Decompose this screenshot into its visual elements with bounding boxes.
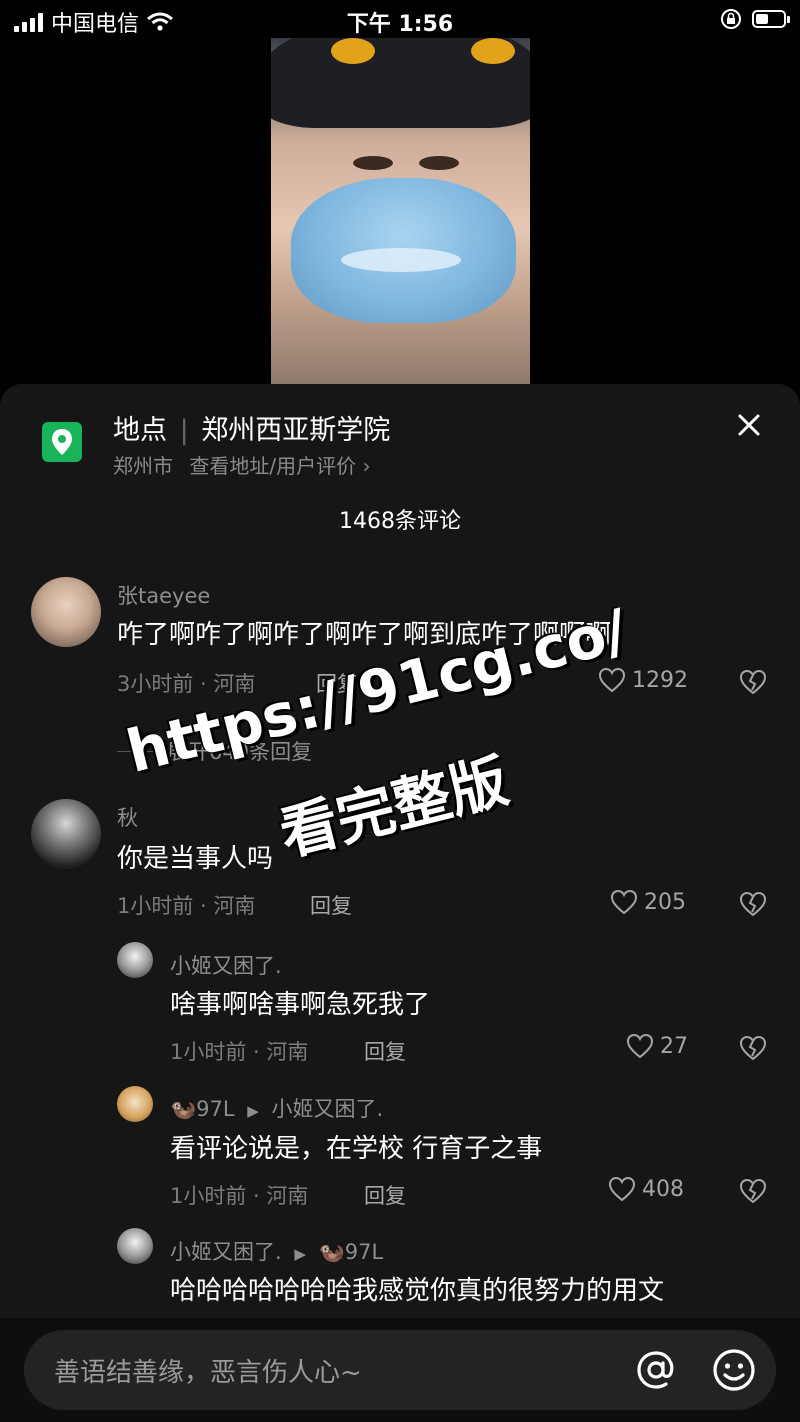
at-sign-icon[interactable] (632, 1346, 680, 1394)
location-name: 郑州西亚斯学院 (201, 415, 391, 446)
like-button[interactable]: 205 (610, 889, 686, 915)
comment-input-placeholder: 善语结善缘，恶言伤人心~ (54, 1358, 362, 1388)
location-divider: | (179, 415, 189, 446)
location-title[interactable]: 地点 | 郑州西亚斯学院 (113, 408, 390, 447)
like-button[interactable]: 27 (626, 1033, 688, 1059)
like-count: 205 (644, 889, 686, 915)
status-bar: 中国电信 下午 1:56 (0, 0, 800, 40)
status-right (720, 8, 790, 30)
reply-to-username[interactable]: 🦦97L (319, 1240, 384, 1264)
battery-icon (752, 10, 790, 28)
close-icon[interactable] (734, 410, 764, 440)
like-button[interactable]: 1292 (598, 667, 688, 693)
expand-label: 展开649条回复 (167, 740, 313, 764)
reply-meta: 1小时前 · 河南 (170, 1184, 309, 1208)
reply-username[interactable]: 小姬又困了. (170, 950, 282, 980)
smiley-icon[interactable] (710, 1346, 758, 1394)
video-eye (353, 156, 393, 170)
location-subtitle[interactable]: 郑州市 查看地址/用户评价 › (113, 450, 370, 479)
avatar[interactable] (117, 1086, 153, 1122)
avatar[interactable] (31, 577, 101, 647)
comment-username[interactable]: 秋 (117, 802, 138, 832)
video-preview[interactable] (271, 38, 530, 384)
heart-outline-icon (626, 1033, 654, 1059)
video-mask-fold (341, 248, 461, 272)
avatar[interactable] (31, 799, 101, 869)
video-cap-detail (471, 38, 515, 64)
reply-header: 🦦97L ▶ 小姬又困了. (170, 1093, 383, 1123)
reply-button[interactable]: 回复 (310, 890, 352, 920)
reply-button[interactable]: 回复 (364, 1036, 406, 1066)
video-cap-detail (331, 38, 375, 64)
location-detail-link[interactable]: 查看地址/用户评价 › (189, 454, 370, 478)
video-eye (419, 156, 459, 170)
avatar[interactable] (117, 942, 153, 978)
expand-divider (117, 750, 153, 752)
comment-text: 咋了啊咋了啊咋了啊咋了啊到底咋了啊啊啊 (117, 620, 612, 650)
reply-to-username[interactable]: 小姬又困了. (272, 1097, 384, 1121)
reply-text: 看评论说是，在学校 行育子之事 (170, 1134, 543, 1164)
scroll-fade (0, 1298, 800, 1318)
broken-heart-icon[interactable] (739, 669, 767, 695)
reply-text: 啥事啊啥事啊急死我了 (170, 990, 431, 1020)
like-count: 27 (660, 1033, 688, 1059)
expand-replies[interactable]: 展开649条回复 (117, 736, 312, 766)
heart-outline-icon (610, 889, 638, 915)
location-label: 地点 (113, 415, 167, 446)
comment-text: 你是当事人吗 (117, 844, 274, 874)
status-time: 下午 1:56 (346, 12, 454, 37)
comment-count: 1468条评论 (339, 509, 461, 534)
comment-input[interactable]: 善语结善缘，恶言伤人心~ (24, 1330, 776, 1410)
heart-outline-icon (598, 667, 626, 693)
reply-arrow-icon: ▶ (294, 1245, 306, 1263)
like-count: 408 (642, 1176, 684, 1202)
comment-meta: 3小时前 · 河南 (117, 672, 256, 696)
rotation-lock-icon (721, 9, 741, 29)
location-city: 郑州市 (113, 454, 173, 478)
broken-heart-icon[interactable] (739, 891, 767, 917)
comment-meta: 1小时前 · 河南 (117, 894, 256, 918)
like-button[interactable]: 408 (608, 1176, 684, 1202)
reply-username[interactable]: 🦦97L (170, 1097, 235, 1121)
reply-meta: 1小时前 · 河南 (170, 1040, 309, 1064)
map-pin-icon[interactable] (42, 422, 82, 462)
like-count: 1292 (632, 667, 688, 693)
comment-input-bar: 善语结善缘，恶言伤人心~ (0, 1318, 800, 1422)
broken-heart-icon[interactable] (739, 1178, 767, 1204)
reply-button[interactable]: 回复 (316, 668, 358, 698)
reply-header: 小姬又困了. ▶ 🦦97L (170, 1236, 383, 1266)
heart-outline-icon (608, 1176, 636, 1202)
reply-username[interactable]: 小姬又困了. (170, 1240, 282, 1264)
reply-arrow-icon: ▶ (247, 1102, 259, 1120)
broken-heart-icon[interactable] (739, 1035, 767, 1061)
avatar[interactable] (117, 1228, 153, 1264)
comment-username[interactable]: 张taeyee (117, 580, 210, 610)
reply-button[interactable]: 回复 (364, 1180, 406, 1210)
